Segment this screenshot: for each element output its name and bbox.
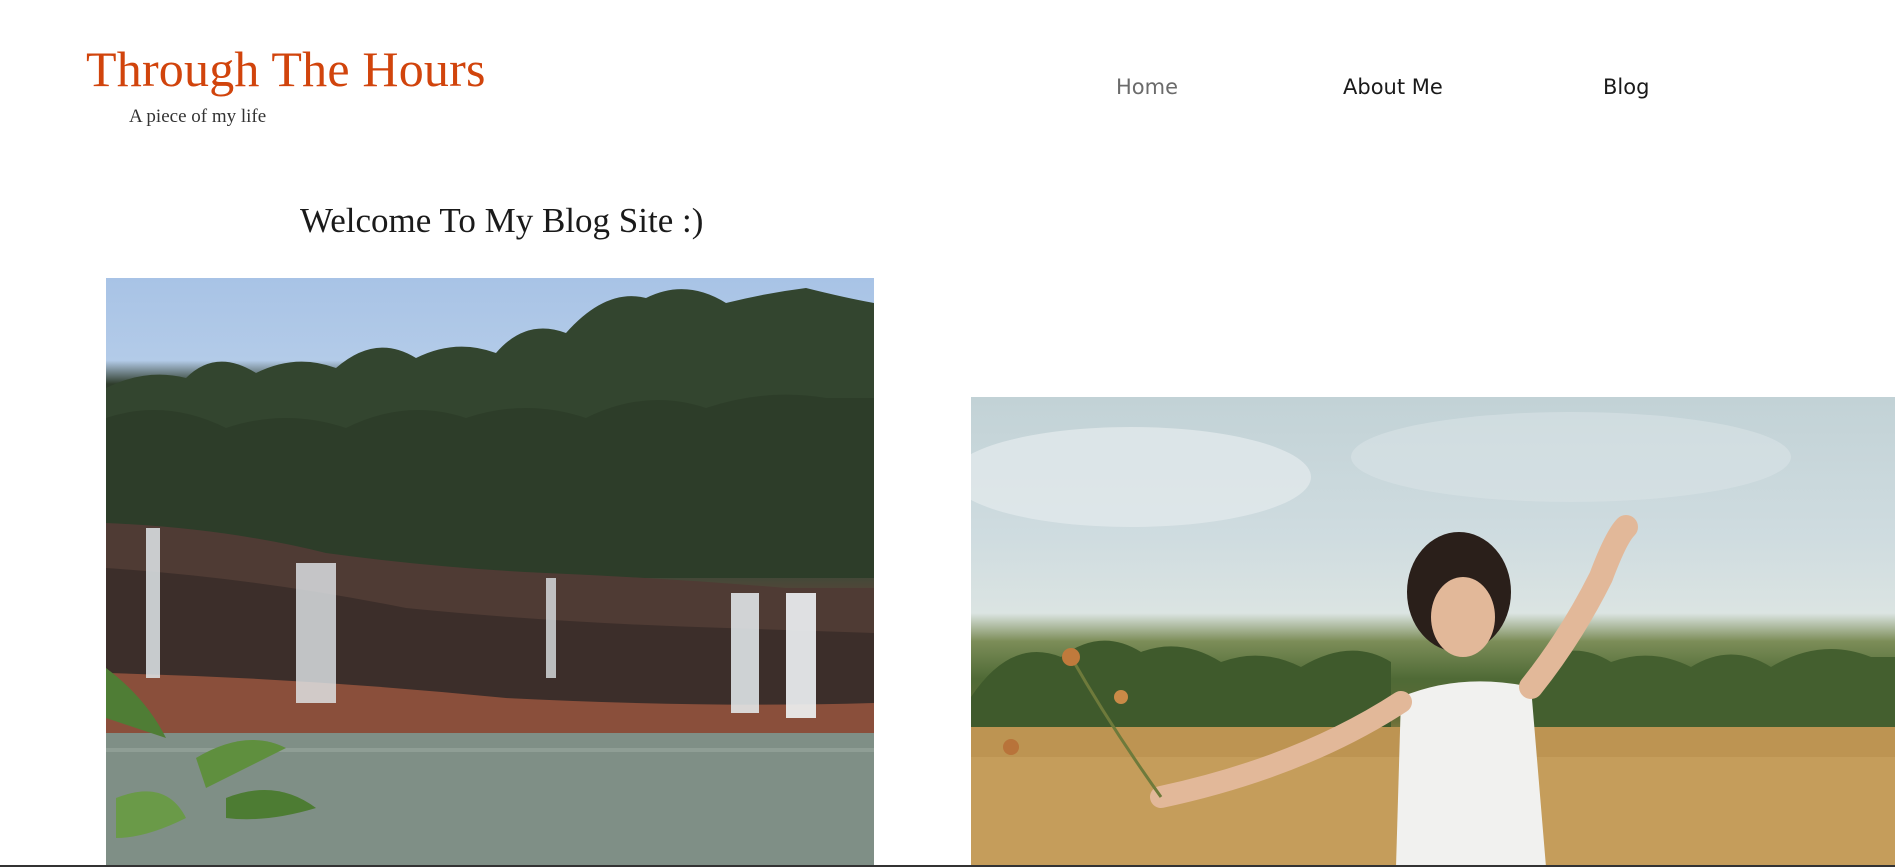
site-tagline: A piece of my life [129,106,267,127]
waterfall-photo [106,278,874,867]
nav-home-link[interactable]: Home [1116,75,1178,99]
woman-in-field-photo [971,397,1895,867]
nav-about-me-link[interactable]: About Me [1343,75,1443,99]
nav-blog-link[interactable]: Blog [1603,75,1649,99]
waterfall-photo-illustration [106,288,874,867]
site-title[interactable]: Through The Hours [86,44,486,94]
woman-in-field-photo-illustration [971,412,1895,867]
site-header: Through The Hours A piece of my life Hom… [0,0,1895,150]
welcome-heading: Welcome To My Blog Site :) [300,201,704,240]
